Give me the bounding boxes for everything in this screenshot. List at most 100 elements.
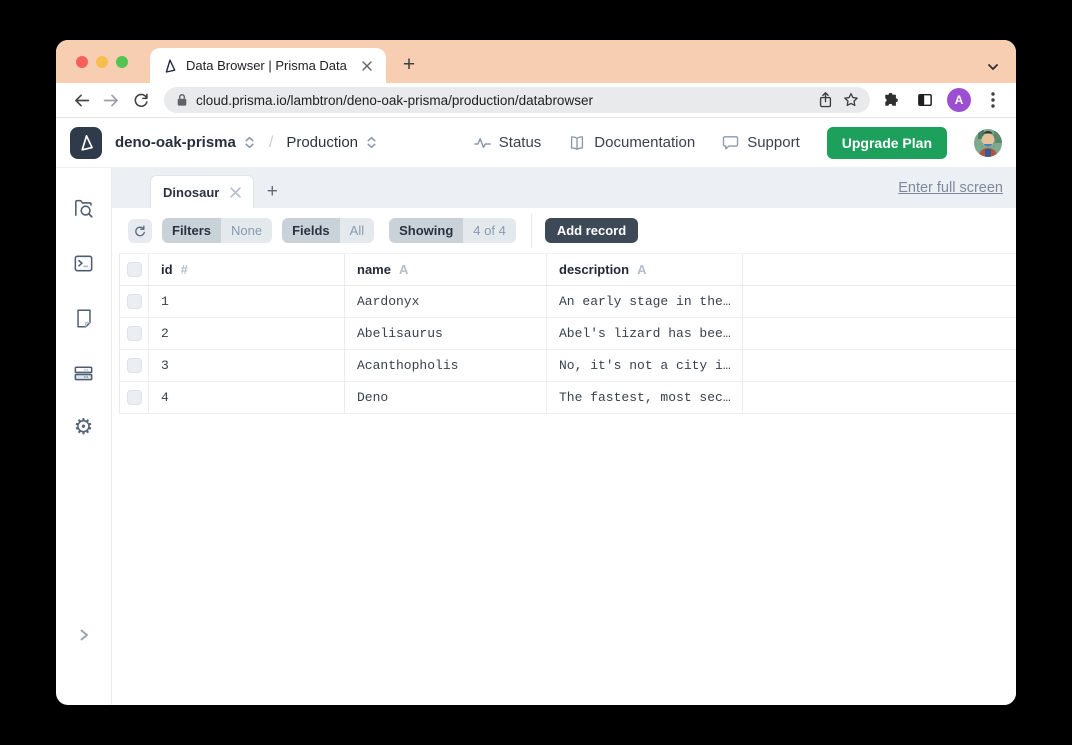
- reload-button[interactable]: [126, 85, 156, 115]
- cell-id[interactable]: 4: [149, 382, 345, 413]
- showing-value: 4 of 4: [463, 218, 516, 243]
- select-all-cell[interactable]: [119, 254, 149, 285]
- status-link[interactable]: Status: [473, 134, 541, 151]
- minimize-window-button[interactable]: [96, 55, 108, 68]
- address-bar[interactable]: cloud.prisma.io/lambtron/deno-oak-prisma…: [164, 87, 870, 113]
- cell-name[interactable]: Abelisaurus: [345, 318, 547, 349]
- cell-name[interactable]: Deno: [345, 382, 547, 413]
- user-avatar[interactable]: [974, 128, 1002, 157]
- prisma-favicon-icon: [162, 58, 178, 74]
- main-area: ⚙ Dinosaur + Enter full screen Filters N…: [56, 168, 1016, 705]
- column-header-description[interactable]: description A: [547, 254, 743, 285]
- cell-name[interactable]: Aardonyx: [345, 286, 547, 317]
- close-tab-icon[interactable]: [358, 57, 376, 75]
- row-checkbox[interactable]: [126, 390, 142, 405]
- pulse-icon: [473, 137, 491, 148]
- environment-switcher[interactable]: Production: [286, 134, 378, 151]
- prisma-logo: [70, 126, 102, 159]
- browser-profile-avatar[interactable]: A: [944, 85, 974, 115]
- side-panel-icon[interactable]: [910, 85, 940, 115]
- cell-description[interactable]: No, it's not a city i…: [547, 350, 743, 381]
- grid-header-row: id # name A description A: [119, 253, 1016, 286]
- fields-control[interactable]: Fields All: [282, 218, 375, 243]
- refresh-button[interactable]: [128, 218, 152, 243]
- sidebar-item-databases[interactable]: [72, 361, 96, 385]
- tab-search-chevron-icon[interactable]: [986, 61, 1000, 73]
- book-icon: [571, 135, 584, 150]
- extensions-puzzle-icon[interactable]: [876, 85, 906, 115]
- bookmark-star-icon[interactable]: [842, 91, 860, 109]
- empty-canvas: [112, 414, 1016, 705]
- data-browser-search-icon: [75, 199, 93, 218]
- close-tab-icon[interactable]: [230, 186, 242, 198]
- cell-id[interactable]: 2: [149, 318, 345, 349]
- support-link[interactable]: Support: [722, 134, 800, 151]
- documentation-link[interactable]: Documentation: [568, 134, 695, 151]
- row-checkbox[interactable]: [126, 326, 142, 341]
- cell-description[interactable]: Abel's lizard has bee…: [547, 318, 743, 349]
- int-type-icon: #: [180, 262, 188, 277]
- environment-name: Production: [286, 134, 359, 151]
- column-header-name[interactable]: name A: [345, 254, 547, 285]
- left-sidebar: ⚙: [56, 168, 112, 705]
- browser-tab[interactable]: Data Browser | Prisma Data Pla: [150, 48, 386, 83]
- new-tab-button[interactable]: +: [394, 50, 424, 80]
- tab-dinosaur[interactable]: Dinosaur: [150, 175, 255, 208]
- table-row[interactable]: 2 Abelisaurus Abel's lizard has bee…: [119, 318, 1016, 350]
- row-checkbox[interactable]: [126, 294, 142, 309]
- enter-full-screen-link[interactable]: Enter full screen: [898, 180, 1003, 196]
- table-row[interactable]: 3 Acanthopholis No, it's not a city i…: [119, 350, 1016, 382]
- forward-button[interactable]: [96, 85, 126, 115]
- select-chevrons-icon: [245, 136, 254, 149]
- share-icon[interactable]: [817, 91, 834, 109]
- app-header: deno-oak-prisma / Production Status Docu…: [56, 118, 1016, 168]
- fields-label: Fields: [282, 218, 340, 243]
- showing-label: Showing: [389, 218, 464, 243]
- sidebar-item-schema[interactable]: [72, 306, 96, 330]
- tab-label: Dinosaur: [163, 184, 220, 200]
- kebab-menu-icon[interactable]: [978, 85, 1008, 115]
- browser-toolbar: cloud.prisma.io/lambtron/deno-oak-prisma…: [56, 83, 1016, 118]
- back-button[interactable]: [66, 85, 96, 115]
- upgrade-plan-button[interactable]: Upgrade Plan: [826, 126, 947, 159]
- select-chevrons-icon: [367, 136, 376, 149]
- sidebar-item-settings[interactable]: ⚙: [72, 416, 96, 440]
- chat-bubble-icon: [723, 135, 739, 150]
- close-window-button[interactable]: [76, 55, 88, 68]
- cell-id[interactable]: 3: [149, 350, 345, 381]
- data-grid: id # name A description A 1 Aardonyx An …: [119, 253, 1016, 414]
- content-area: Dinosaur + Enter full screen Filters Non…: [112, 168, 1016, 705]
- table-toolbar: Filters None Fields All Showing 4 of 4 A…: [112, 208, 1016, 253]
- cell-id[interactable]: 1: [149, 286, 345, 317]
- row-checkbox[interactable]: [126, 358, 142, 373]
- table-row[interactable]: 1 Aardonyx An early stage in the…: [119, 286, 1016, 318]
- showing-control[interactable]: Showing 4 of 4: [389, 218, 516, 243]
- document-icon: [76, 309, 91, 327]
- filters-control[interactable]: Filters None: [162, 218, 273, 243]
- sidebar-item-query-console[interactable]: [72, 251, 96, 275]
- cell-description[interactable]: An early stage in the…: [547, 286, 743, 317]
- tab-strip: Data Browser | Prisma Data Pla +: [56, 40, 1016, 83]
- cell-name[interactable]: Acanthopholis: [345, 350, 547, 381]
- refresh-icon: [135, 224, 145, 236]
- sidebar-item-data-browser[interactable]: [72, 196, 96, 220]
- browser-window: Data Browser | Prisma Data Pla + cloud.p…: [56, 40, 1016, 705]
- lock-icon: [176, 93, 188, 107]
- cell-description[interactable]: The fastest, most sec…: [547, 382, 743, 413]
- add-record-button[interactable]: Add record: [544, 218, 639, 243]
- column-header-id[interactable]: id #: [149, 254, 345, 285]
- toolbar-divider: [530, 213, 532, 248]
- settings-gear-icon: ⚙: [73, 415, 94, 440]
- fields-value: All: [339, 218, 375, 243]
- model-tabs-bar: Dinosaur + Enter full screen: [112, 168, 1016, 208]
- string-type-icon: A: [637, 262, 647, 277]
- project-switcher[interactable]: deno-oak-prisma: [115, 134, 256, 151]
- select-all-checkbox[interactable]: [126, 262, 142, 277]
- project-name: deno-oak-prisma: [115, 134, 236, 151]
- zoom-window-button[interactable]: [116, 55, 128, 68]
- add-model-tab-button[interactable]: +: [254, 175, 290, 208]
- filters-value: None: [221, 218, 273, 243]
- table-row[interactable]: 4 Deno The fastest, most sec…: [119, 382, 1016, 414]
- header-nav: Status Documentation Support Upgrade Pla…: [473, 126, 1002, 159]
- sidebar-expand-button[interactable]: [72, 623, 96, 647]
